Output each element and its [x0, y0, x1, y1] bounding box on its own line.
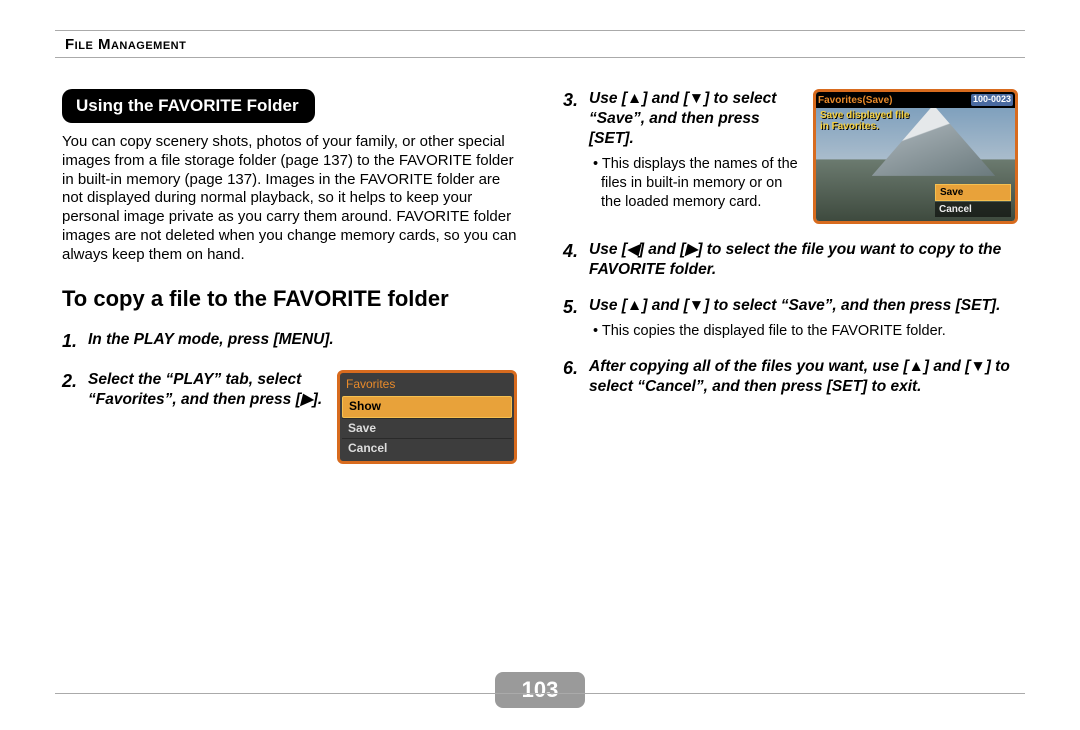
screen-options: Save Cancel — [935, 183, 1011, 217]
step-number: 6. — [563, 357, 589, 380]
step-1: 1. In the PLAY mode, press [MENU]. — [62, 330, 517, 353]
step-text: Use [◀] and [▶] to select the file you w… — [589, 240, 1018, 280]
section-header-text: File Management — [65, 36, 186, 53]
left-column: Using the FAVORITE Folder You can copy s… — [62, 75, 517, 480]
step-5: 5. Use [▲] and [▼] to select “Save”, and… — [563, 296, 1018, 341]
save-screen-screenshot: Favorites(Save) 100-0023 Save displayed … — [813, 89, 1018, 224]
step-number: 5. — [563, 296, 589, 319]
menu-item-cancel: Cancel — [342, 438, 512, 459]
step-note: • This copies the displayed file to the … — [589, 322, 1018, 341]
step-3: 3. Use [▲] and [▼] to select “Save”, and… — [563, 89, 1018, 224]
step-4: 4. Use [◀] and [▶] to select the file yo… — [563, 240, 1018, 280]
step-note: • This displays the names of the files i… — [589, 155, 805, 212]
screen-topbar: Favorites(Save) 100-0023 — [816, 92, 1015, 108]
intro-paragraph: You can copy scenery shots, photos of yo… — [62, 133, 517, 264]
screen-caption: Save displayed file in Favorites. — [820, 110, 910, 132]
step-number: 2. — [62, 370, 88, 393]
steps-left: 1. In the PLAY mode, press [MENU]. 2. Se… — [62, 330, 517, 464]
step-6: 6. After copying all of the files you wa… — [563, 357, 1018, 397]
section-title-chip: Using the FAVORITE Folder — [62, 89, 315, 123]
section-header: File Management — [55, 30, 1025, 58]
step-number: 3. — [563, 89, 589, 112]
step-text: Use [▲] and [▼] to select “Save”, and th… — [589, 297, 1000, 314]
steps-right: 3. Use [▲] and [▼] to select “Save”, and… — [563, 89, 1018, 398]
step-text: After copying all of the files you want,… — [589, 357, 1018, 397]
step-2: 2. Select the “PLAY” tab, select “Favori… — [62, 370, 517, 464]
menu-item-save: Save — [342, 418, 512, 439]
screen-title: Favorites(Save) — [818, 94, 892, 107]
footer-rule — [55, 693, 1025, 694]
step-text: In the PLAY mode, press [MENU]. — [88, 330, 517, 350]
page-number: 103 — [522, 677, 559, 703]
manual-page: File Management Using the FAVORITE Folde… — [0, 0, 1080, 730]
subheading: To copy a file to the FAVORITE folder — [62, 286, 517, 312]
step-text: Use [▲] and [▼] to select “Save”, and th… — [589, 90, 776, 147]
step-text: Select the “PLAY” tab, select “Favorites… — [88, 370, 329, 410]
menu-title: Favorites — [342, 375, 512, 397]
step-number: 1. — [62, 330, 88, 353]
favorites-menu-screenshot: Favorites Show Save Cancel — [337, 370, 517, 464]
screen-option-cancel: Cancel — [935, 202, 1011, 217]
menu-item-show: Show — [342, 396, 512, 418]
screen-option-save: Save — [935, 184, 1011, 201]
screen-file-id: 100-0023 — [971, 94, 1013, 106]
right-column: 3. Use [▲] and [▼] to select “Save”, and… — [563, 75, 1018, 414]
step-number: 4. — [563, 240, 589, 263]
page-number-badge: 103 — [495, 672, 585, 708]
